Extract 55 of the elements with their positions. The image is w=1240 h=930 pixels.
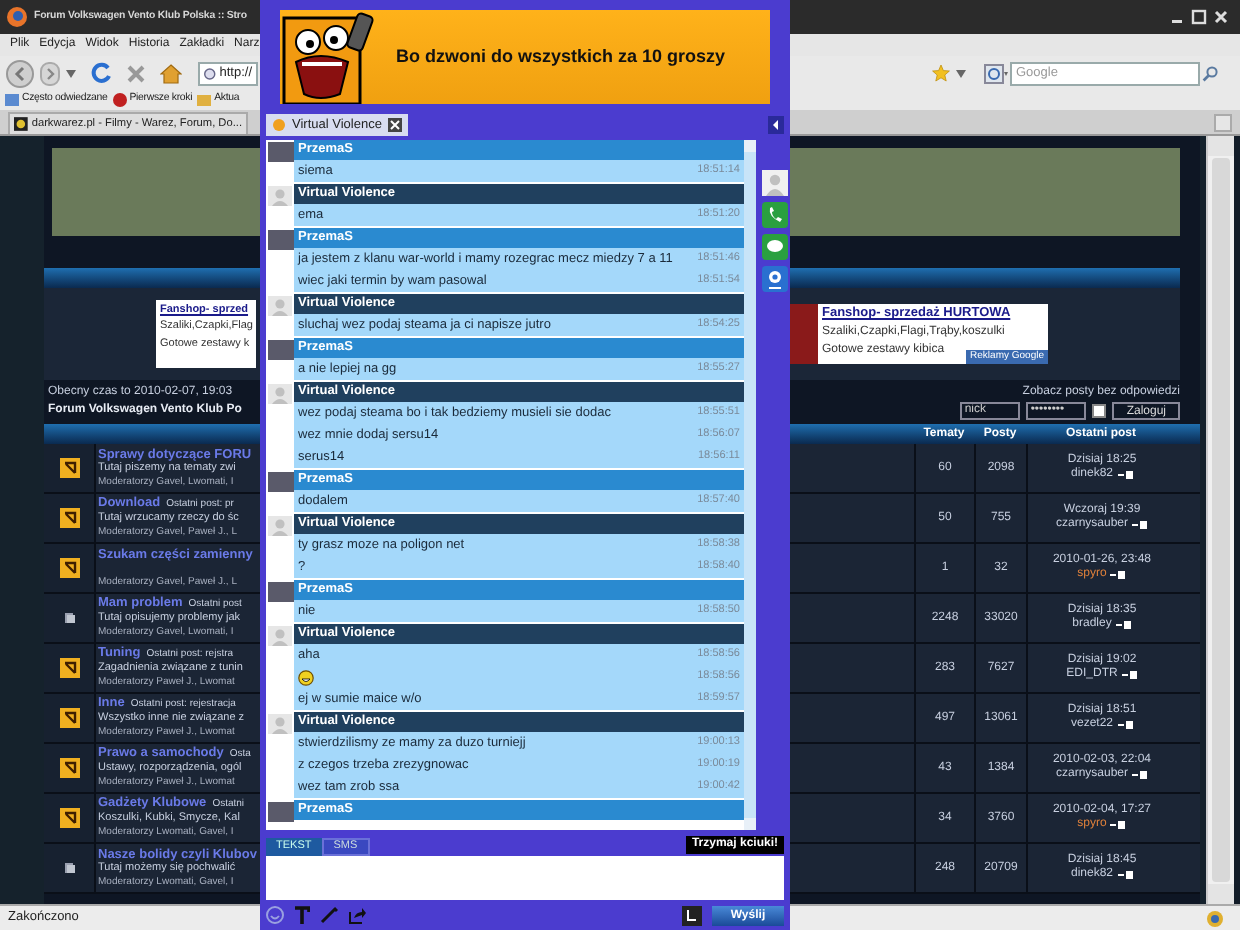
close-icon[interactable] [1212,8,1230,26]
reload-icon[interactable] [90,62,112,84]
back-icon[interactable] [6,59,34,87]
go-to-post-icon[interactable] [1117,720,1133,730]
go-to-post-icon[interactable] [1110,570,1127,580]
chat-bubble-icon[interactable] [762,234,788,260]
status-icon [1206,909,1224,927]
go-to-post-icon[interactable] [1117,870,1134,880]
maximize-icon[interactable] [1190,8,1208,26]
remember-checkbox[interactable] [1092,404,1107,418]
smiley-icon [298,669,314,685]
text-format-icon[interactable] [294,906,310,924]
dropdown-icon[interactable] [956,69,966,77]
avatar-photo [267,582,293,602]
person-silhouette-icon [268,714,292,734]
site-icon [204,65,216,81]
collapse-icon[interactable] [768,116,784,134]
go-to-post-icon[interactable] [1115,620,1132,630]
ad-banner[interactable]: Bo dzwoni do wszystkich za 10 groszy [280,10,770,104]
bookmark-icon[interactable] [4,92,20,108]
person-silhouette-icon [268,384,292,404]
ad-text: Bo dzwoni do wszystkich za 10 groszy [396,43,726,70]
webcam-icon[interactable] [762,266,788,292]
avatar-photo [267,230,293,250]
star-icon[interactable] [932,64,950,82]
dropdown-icon[interactable] [66,69,76,77]
go-to-post-icon[interactable] [1117,470,1134,480]
phone-icon[interactable] [762,202,788,228]
favicon-icon [14,116,28,132]
share-icon[interactable] [348,906,366,924]
home-icon[interactable] [160,63,182,83]
avatar-photo [267,340,293,360]
scrollbar[interactable] [1206,136,1234,904]
avatar-photo [267,142,293,162]
sun-icon [272,118,286,132]
go-to-post-icon[interactable] [1121,670,1138,680]
person-silhouette-icon [268,186,292,206]
search-icon[interactable] [1202,65,1218,81]
go-to-post-icon[interactable] [1110,820,1127,830]
person-silhouette-icon [268,296,292,316]
person-silhouette-icon [762,170,788,196]
smiley-icon[interactable] [266,906,284,924]
firefox-icon [6,6,28,28]
person-silhouette-icon [268,516,292,536]
search-engine-icon[interactable] [984,63,1008,83]
message-input[interactable] [266,856,784,900]
avatar-photo [267,802,293,822]
person-silhouette-icon [268,626,292,646]
go-to-post-icon[interactable] [1132,770,1149,780]
corner-arrow-icon[interactable] [682,905,702,925]
bookmark-icon[interactable] [111,92,128,108]
scrollbar[interactable] [744,140,756,830]
forward-icon[interactable] [40,61,60,85]
go-to-post-icon[interactable] [1132,520,1149,530]
avatar-photo [267,472,293,492]
